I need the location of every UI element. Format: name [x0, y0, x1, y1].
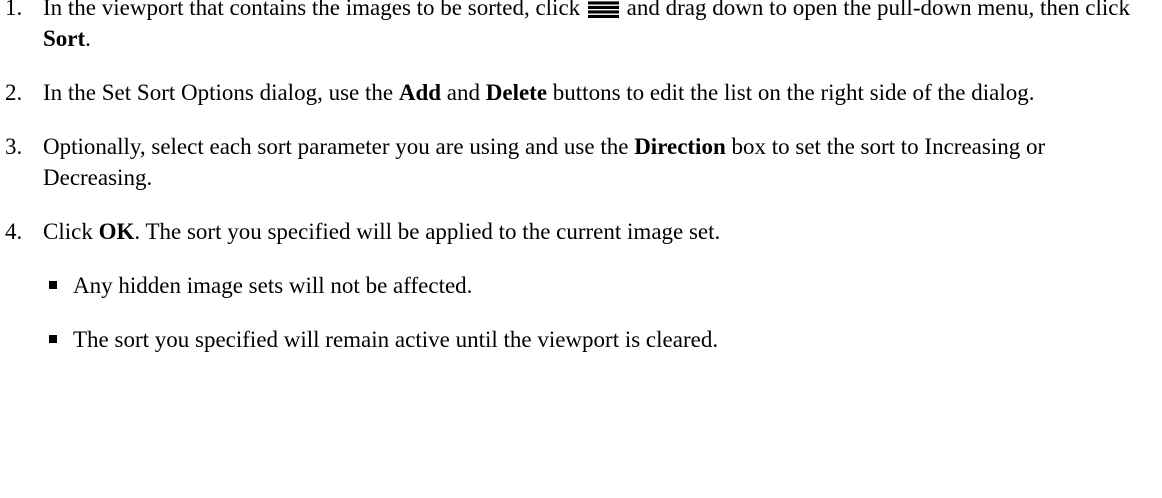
step-3: 3. Optionally, select each sort paramete… [0, 131, 1143, 193]
ok-button-ref: OK [98, 219, 135, 244]
square-bullet-icon [49, 281, 57, 289]
step-4: 4. Click OK. The sort you specified will… [0, 216, 1143, 247]
step-number: 3. [5, 134, 23, 159]
step-number: 4. [5, 219, 23, 244]
add-button-ref: Add [398, 80, 442, 105]
step-text: Click OK. The sort you specified will be… [43, 219, 721, 244]
step-text: Optionally, select each sort parameter y… [43, 134, 1046, 190]
step-number: 2. [5, 80, 23, 105]
step-1: 1. In the viewport that contains the ima… [0, 0, 1143, 54]
step-number: 1. [5, 0, 23, 20]
menu-item-sort: Sort [43, 26, 86, 51]
step-2: 2. In the Set Sort Options dialog, use t… [0, 77, 1143, 108]
direction-box-ref: Direction [634, 134, 726, 159]
square-bullet-icon [49, 335, 57, 343]
instructions-document: 1. In the viewport that contains the ima… [0, 0, 1162, 378]
step-text: In the Set Sort Options dialog, use the … [43, 80, 1035, 105]
delete-button-ref: Delete [485, 80, 548, 105]
menu-bars-icon [587, 0, 619, 18]
notes-list: Any hidden image sets will not be affect… [0, 270, 1162, 355]
step-text: In the viewport that contains the images… [43, 0, 1143, 54]
list-item: The sort you specified will remain activ… [0, 324, 1162, 355]
list-item: Any hidden image sets will not be affect… [0, 270, 1162, 301]
